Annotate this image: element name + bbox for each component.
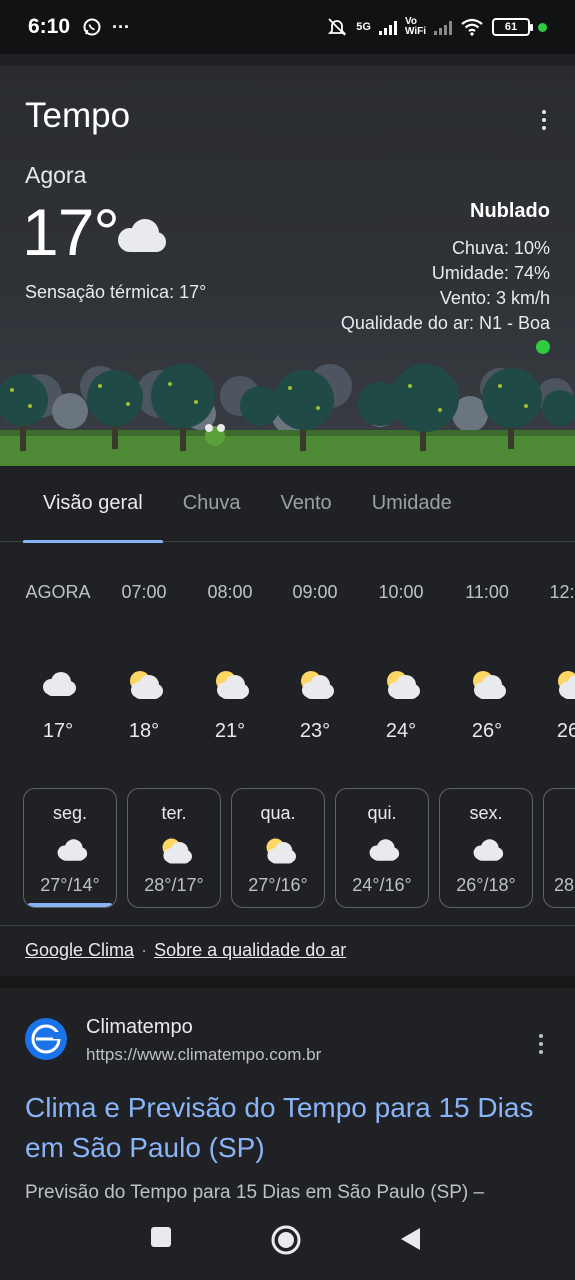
hourly-forecast[interactable]: AGORA 17° 07:00 18° 08:00 21° 09:00 23° … bbox=[0, 560, 575, 760]
result-title-link[interactable]: Clima e Previsão do Tempo para 15 Dias e… bbox=[25, 1088, 545, 1168]
partly-cloudy-icon bbox=[130, 671, 163, 699]
hourly-item: 09:00 23° bbox=[292, 582, 338, 742]
result-url[interactable]: https://www.climatempo.com.br bbox=[86, 1045, 321, 1065]
whatsapp-icon bbox=[83, 18, 101, 36]
day-card-mon[interactable]: seg. 27°/14° bbox=[23, 788, 117, 908]
partly-cloudy-icon bbox=[266, 838, 296, 864]
feels-like: Sensação térmica: 17° bbox=[25, 282, 207, 302]
tab-humidity[interactable]: Umidade bbox=[352, 466, 472, 542]
partly-cloudy-icon bbox=[558, 671, 575, 699]
partly-cloudy-icon bbox=[473, 671, 506, 699]
signal-icon bbox=[378, 19, 397, 35]
hourly-item: 08:00 21° bbox=[207, 582, 253, 742]
wind-speed: Vento: 3 km/h bbox=[439, 288, 550, 308]
back-icon[interactable] bbox=[398, 1226, 422, 1252]
current-temperature: 17° bbox=[22, 195, 120, 269]
section-separator bbox=[0, 976, 575, 988]
tab-rain[interactable]: Chuva bbox=[163, 466, 261, 542]
overflow-notifications: ··· bbox=[112, 16, 131, 37]
hourly-item: 07:00 18° bbox=[121, 582, 167, 742]
day-card-thu[interactable]: qui. 24°/16° bbox=[335, 788, 429, 908]
hourly-item: AGORA 17° bbox=[25, 582, 91, 742]
partly-cloudy-icon bbox=[216, 671, 249, 699]
recent-apps-icon[interactable] bbox=[150, 1226, 172, 1248]
weather-title: Tempo bbox=[25, 96, 131, 135]
weather-scenery-illustration bbox=[0, 364, 575, 466]
day-card-wed[interactable]: qua. 27°/16° bbox=[231, 788, 325, 908]
google-weather-link[interactable]: Google Clima bbox=[25, 940, 134, 960]
condition: Nublado bbox=[470, 200, 550, 222]
cloud-icon bbox=[118, 219, 166, 252]
daily-forecast: seg. 27°/14° ter. 28°/17° qua. 27°/16° q… bbox=[0, 788, 575, 910]
hourly-item: 11:00 26° bbox=[465, 582, 509, 742]
result-snippet: Previsão do Tempo para 15 Dias em São Pa… bbox=[25, 1182, 485, 1203]
system-navigation-bar bbox=[0, 1212, 575, 1280]
bell-muted-icon bbox=[328, 18, 347, 36]
rain-chance: Chuva: 10% bbox=[451, 238, 550, 258]
tab-wind[interactable]: Vento bbox=[261, 466, 352, 542]
status-bar: 6:10 ··· 5G Vo WiFi 61 bbox=[0, 0, 575, 54]
wifi-icon bbox=[461, 18, 483, 36]
weather-card: Tempo Agora 17° Sensação térmica: 17° Nu… bbox=[0, 66, 575, 466]
cloud-icon bbox=[369, 839, 400, 861]
signal-icon-2 bbox=[434, 19, 452, 35]
cloud-icon bbox=[473, 839, 504, 861]
cloud-icon bbox=[43, 672, 76, 696]
now-label: Agora bbox=[25, 162, 87, 188]
air-quality-indicator bbox=[536, 340, 550, 354]
partly-cloudy-icon bbox=[387, 671, 420, 699]
battery-icon: 61 bbox=[492, 18, 533, 36]
home-icon[interactable] bbox=[270, 1224, 302, 1256]
hourly-item: 12:00 26° bbox=[529, 560, 575, 742]
vowifi-label: Vo WiFi bbox=[404, 16, 426, 37]
day-card-fri[interactable]: sex. 26°/18° bbox=[439, 788, 533, 908]
hourly-item: 10:00 24° bbox=[378, 582, 424, 742]
more-options-icon[interactable] bbox=[541, 110, 547, 130]
air-quality: Qualidade do ar: N1 - Boa bbox=[340, 313, 550, 333]
page: 6:10 ··· 5G Vo WiFi 61 Tempo Agora 17° S… bbox=[0, 0, 575, 1280]
weather-details: Chuva: 10% Umidade: 74% Vento: 3 km/h Qu… bbox=[341, 236, 550, 336]
air-quality-info-link[interactable]: Sobre a qualidade do ar bbox=[154, 940, 346, 960]
privacy-indicator-dot bbox=[538, 22, 547, 32]
status-time: 6:10 bbox=[28, 15, 71, 38]
weather-footer-links: Google Clima · Sobre a qualidade do ar bbox=[25, 940, 347, 960]
tab-overview[interactable]: Visão geral bbox=[23, 466, 163, 543]
result-more-options-icon[interactable] bbox=[538, 1034, 544, 1054]
humidity: Umidade: 74% bbox=[431, 263, 550, 283]
result-site-name[interactable]: Climatempo bbox=[86, 1016, 193, 1039]
day-card-sat[interactable]: 28° bbox=[543, 788, 575, 908]
network-type-label: 5G bbox=[356, 21, 371, 33]
cloud-icon bbox=[57, 839, 88, 861]
partly-cloudy-icon bbox=[301, 671, 334, 699]
search-result: Climatempo https://www.climatempo.com.br… bbox=[0, 988, 575, 1218]
weather-tabs: Visão geral Chuva Vento Umidade bbox=[0, 466, 575, 543]
divider bbox=[0, 925, 575, 926]
climatempo-logo-icon[interactable] bbox=[25, 1018, 67, 1060]
partly-cloudy-icon bbox=[162, 838, 192, 864]
day-card-tue[interactable]: ter. 28°/17° bbox=[127, 788, 221, 908]
